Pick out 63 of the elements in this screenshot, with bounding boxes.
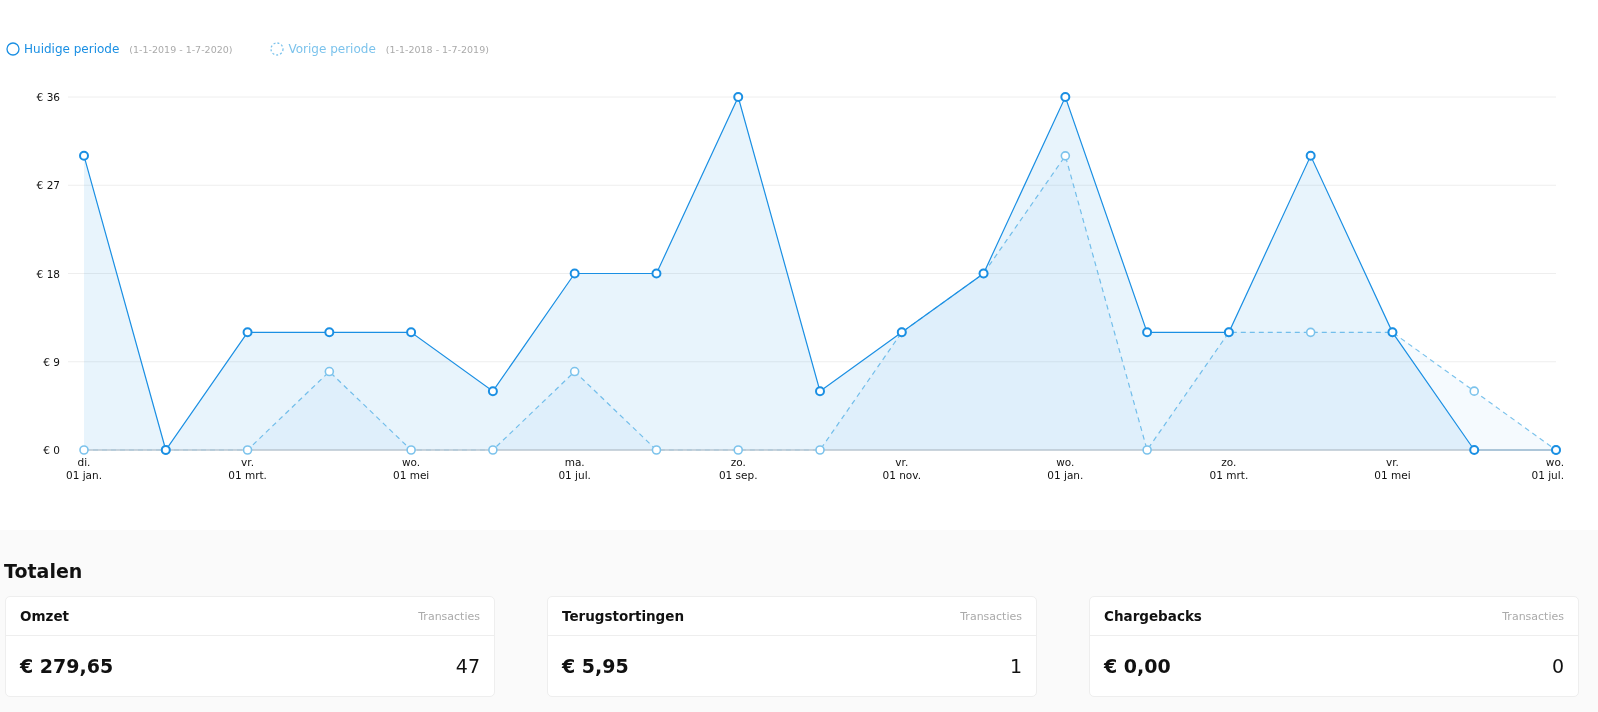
amount-value: € 279,65 [20, 655, 114, 677]
dashed-circle-icon [270, 42, 285, 56]
data-point[interactable] [487, 386, 498, 397]
data-point[interactable] [651, 268, 662, 279]
data-point[interactable] [1142, 327, 1153, 338]
data-point[interactable] [569, 366, 580, 377]
card-title: Chargebacks [1104, 608, 1202, 624]
amount-value: € 5,95 [562, 655, 629, 677]
y-axis-label: € 27 [36, 179, 60, 192]
x-axis-label: vr. 01 mrt. [228, 456, 267, 481]
data-point[interactable] [1223, 327, 1234, 338]
x-axis-label: zo. 01 sep. [718, 456, 758, 481]
data-point[interactable] [733, 92, 744, 102]
data-point[interactable] [1305, 150, 1316, 161]
count-label: Transacties [418, 609, 480, 623]
data-point[interactable] [815, 386, 825, 397]
data-point[interactable] [324, 327, 335, 338]
x-axis-label: wo. 01 jul. [1531, 456, 1564, 481]
legend-label[interactable]: Huidige periode [24, 42, 120, 56]
data-point[interactable] [406, 327, 417, 338]
data-point[interactable] [324, 366, 335, 377]
x-axis-label: vr. 01 mei [1374, 456, 1411, 481]
count-label: Transacties [960, 609, 1022, 623]
count-value: 47 [455, 655, 480, 677]
count-value: 1 [1009, 655, 1022, 677]
legend-period: (1-1-2018 - 1-7-2019) [385, 43, 489, 55]
data-point[interactable] [1469, 386, 1479, 396]
x-axis-label: wo. 01 jan. [1047, 456, 1084, 481]
x-axis-label: di. 01 jan. [66, 456, 102, 481]
card-title: Terugstortingen [562, 608, 685, 624]
data-point[interactable] [488, 445, 498, 455]
data-point[interactable] [896, 327, 907, 338]
data-point[interactable] [733, 445, 743, 455]
data-point[interactable] [1060, 151, 1071, 161]
x-axis-label: vr. 01 nov. [882, 456, 922, 481]
count-label: Transacties [1502, 609, 1564, 623]
amount-value: € 0,00 [1104, 655, 1171, 677]
legend-period: (1-1-2019 - 1-7-2020) [129, 43, 233, 55]
data-point[interactable] [1305, 327, 1316, 338]
count-value: 0 [1551, 655, 1564, 677]
data-point[interactable] [406, 445, 416, 455]
data-point[interactable] [242, 327, 253, 338]
x-axis-label: zo. 01 mrt. [1209, 456, 1249, 481]
legend-label[interactable]: Vorige periode [288, 42, 376, 56]
data-point[interactable] [1142, 445, 1152, 455]
section-title: Totalen [4, 560, 84, 582]
data-point[interactable] [242, 445, 253, 455]
data-point[interactable] [651, 445, 662, 455]
x-axis-label: wo. 01 mei [392, 456, 430, 481]
data-point[interactable] [569, 268, 580, 279]
y-axis-label: € 36 [36, 91, 60, 103]
y-axis-label: € 18 [36, 267, 60, 280]
x-axis-label: ma. 01 jul. [558, 456, 591, 481]
y-axis-label: € 9 [43, 355, 60, 368]
data-point[interactable] [160, 445, 171, 455]
data-point[interactable] [79, 445, 89, 455]
y-axis-label: € 0 [43, 444, 60, 456]
card-title: Omzet [20, 608, 69, 624]
data-point[interactable] [1060, 92, 1071, 102]
data-point[interactable] [815, 445, 825, 455]
data-point[interactable] [79, 150, 89, 161]
circle-icon [6, 42, 20, 56]
data-point[interactable] [1469, 445, 1480, 455]
